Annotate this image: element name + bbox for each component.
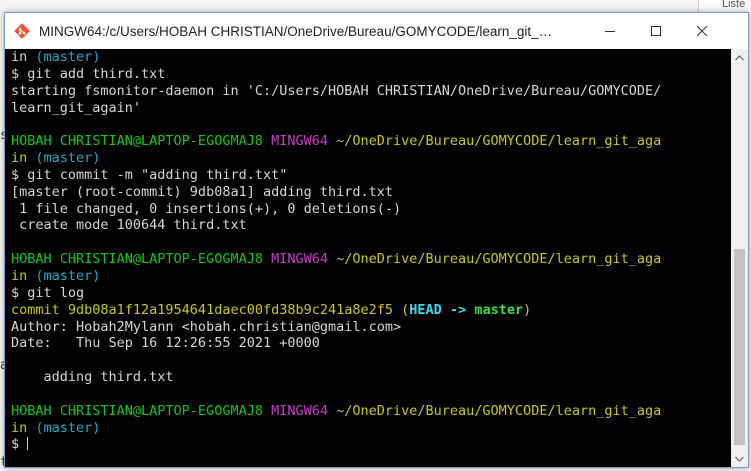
terminal-text-segment: 1 file changed, 0 insertions(+), 0 delet…: [11, 200, 402, 217]
terminal-text-segment: adding third.txt: [11, 369, 174, 386]
terminal-text-segment: in: [11, 49, 36, 65]
terminal-line: in (master): [11, 420, 731, 437]
terminal-line: HOBAH CHRISTIAN@LAPTOP-EGOGMAJ8 MINGW64 …: [11, 251, 731, 268]
scrollbar-thumb[interactable]: [734, 249, 745, 445]
terminal-line: HOBAH CHRISTIAN@LAPTOP-EGOGMAJ8 MINGW64 …: [11, 403, 731, 420]
terminal-line: $ git log: [11, 285, 731, 302]
terminal-text-segment: create mode 100644 third.txt: [11, 217, 247, 234]
minimize-icon: [605, 31, 615, 32]
terminal-text-segment: ~/OneDrive/Bureau/GOMYCODE/learn_git_aga: [336, 402, 662, 419]
terminal-line: Author: Hobah2Mylann <hobah.christian@gm…: [11, 319, 731, 336]
terminal-text-segment: learn_git_again': [11, 99, 142, 116]
terminal-window[interactable]: MINGW64:/c/Users/HOBAH CHRISTIAN/OneDriv…: [4, 12, 749, 468]
terminal-line: HOBAH CHRISTIAN@LAPTOP-EGOGMAJ8 MINGW64 …: [11, 133, 731, 150]
terminal-line: 1 file changed, 0 insertions(+), 0 delet…: [11, 201, 731, 218]
terminal-text-segment: (master): [35, 150, 101, 167]
background-list-label: Liste: [722, 0, 746, 10]
maximize-button[interactable]: [633, 13, 679, 49]
terminal-line: in (master): [11, 150, 731, 167]
terminal-line: Date: Thu Sep 16 12:26:55 2021 +0000: [11, 335, 731, 352]
terminal-text-segment: starting fsmonitor-daemon in 'C:/Users/H…: [11, 82, 662, 99]
terminal-text-segment: Date: Thu Sep 16 12:26:55 2021 +0000: [11, 335, 320, 352]
terminal-text-segment: $ git add third.txt: [11, 65, 166, 82]
terminal-line: adding third.txt: [11, 369, 731, 386]
terminal-text-segment: Author: Hobah2Mylann <hobah.christian@gm…: [11, 318, 402, 335]
terminal-text-segment: ~/OneDrive/Bureau/GOMYCODE/learn_git_aga: [336, 251, 662, 268]
terminal-text-segment: MINGW64: [271, 402, 337, 419]
minimize-button[interactable]: [587, 13, 633, 49]
terminal-text-segment: HEAD ->: [409, 301, 475, 318]
terminal-line: learn_git_again': [11, 100, 731, 117]
terminal-line: in (master): [11, 49, 731, 66]
terminal-line: create mode 100644 third.txt: [11, 217, 731, 234]
terminal-text-segment: $ git log: [11, 284, 85, 301]
terminal-text-segment: commit 9db08a1f12a1954641daec00fd38b9c24…: [11, 301, 402, 318]
terminal-text-segment: (master): [35, 267, 101, 284]
git-bash-icon: [14, 23, 30, 39]
terminal-text-segment: in: [11, 150, 36, 167]
terminal-text-segment: in: [11, 419, 36, 436]
terminal-line: [master (root-commit) 9db08a1] adding th…: [11, 184, 731, 201]
terminal-text-segment: HOBAH CHRISTIAN@LAPTOP-EGOGMAJ8: [11, 251, 272, 268]
terminal-text-segment: [master (root-commit) 9db08a1] adding th…: [11, 183, 394, 200]
terminal-text-segment: in: [11, 267, 36, 284]
scroll-up-arrow-icon: [735, 54, 744, 60]
terminal-line: $ git commit -m "adding third.txt": [11, 167, 731, 184]
terminal-text-segment: $: [11, 436, 28, 453]
terminal-text-segment: (master): [35, 49, 101, 65]
terminal-line: $: [11, 436, 731, 453]
window-title: MINGW64:/c/Users/HOBAH CHRISTIAN/OneDriv…: [39, 23, 559, 39]
maximize-icon: [651, 26, 661, 36]
terminal-text-segment: $ git commit -m "adding third.txt": [11, 166, 288, 183]
title-bar[interactable]: MINGW64:/c/Users/HOBAH CHRISTIAN/OneDriv…: [5, 13, 748, 49]
text-cursor: [27, 437, 29, 451]
terminal-line: commit 9db08a1f12a1954641daec00fd38b9c24…: [11, 302, 731, 319]
terminal-text-segment: HOBAH CHRISTIAN@LAPTOP-EGOGMAJ8: [11, 133, 272, 150]
terminal-text-segment: ~/OneDrive/Bureau/GOMYCODE/learn_git_aga: [336, 133, 662, 150]
close-icon: [696, 25, 708, 37]
terminal-text-segment: MINGW64: [271, 251, 337, 268]
scroll-down-arrow-icon: [735, 456, 744, 462]
close-button[interactable]: [679, 13, 725, 49]
scroll-up-button[interactable]: [731, 49, 748, 66]
terminal-text-segment: master: [474, 301, 524, 318]
terminal-text-segment: ): [523, 301, 532, 318]
terminal-line: $ git add third.txt: [11, 66, 731, 83]
scroll-down-button[interactable]: [731, 450, 748, 467]
terminal-text-segment: (master): [35, 419, 101, 436]
terminal-line: in (master): [11, 268, 731, 285]
vertical-scrollbar[interactable]: [731, 49, 748, 467]
terminal-text-segment: MINGW64: [271, 133, 337, 150]
terminal-line: starting fsmonitor-daemon in 'C:/Users/H…: [11, 83, 731, 100]
terminal-lines: in (master) $ git add third.txt starting f…: [11, 49, 731, 453]
terminal-output[interactable]: in (master) $ git add third.txt starting f…: [5, 49, 731, 467]
desktop-background: Liste s/ a t. MINGW64:/c/Users/HOBAH CHR…: [0, 0, 751, 471]
terminal-text-segment: HOBAH CHRISTIAN@LAPTOP-EGOGMAJ8: [11, 402, 272, 419]
